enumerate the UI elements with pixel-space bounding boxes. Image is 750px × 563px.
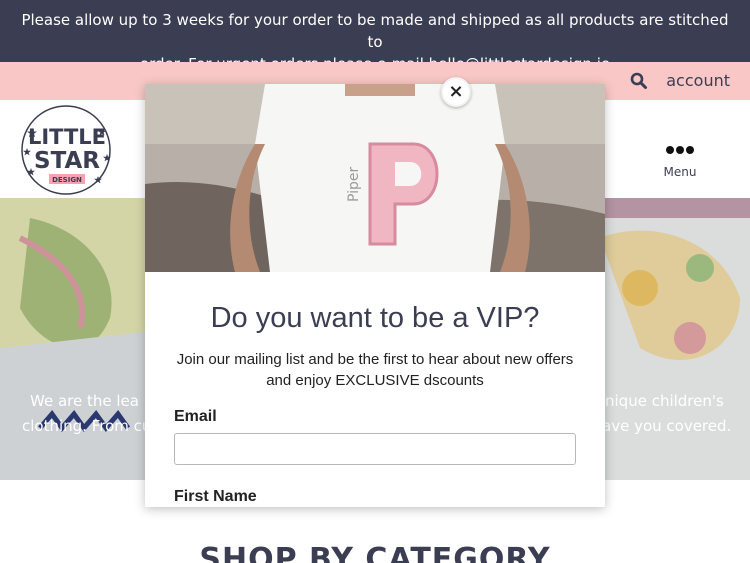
account-link[interactable]: account [666,71,730,90]
svg-text:Piper: Piper [346,166,362,202]
svg-text:STAR: STAR [34,148,100,174]
section-heading: SHOP BY CATEGORY [199,542,551,563]
vip-signup-modal: Piper Do you want to be a VIP? Join our … [145,84,605,507]
hero-text-line-2-left: clothing. From cu [22,417,152,435]
modal-subtitle-line-2: and enjoy EXCLUSIVE dscounts [266,372,484,389]
email-field[interactable] [174,433,576,465]
little-star-design-logo[interactable]: LITTLE STAR DESIGN [18,104,114,196]
svg-text:LITTLE: LITTLE [28,125,106,149]
modal-title: Do you want to be a VIP? [210,302,540,334]
notice-line-1: Please allow up to 3 weeks for your orde… [21,11,729,51]
hero-text-line-1-left: We are the lea [30,392,139,410]
page: Please allow up to 3 weeks for your orde… [0,0,750,563]
shipping-notice-bar: Please allow up to 3 weeks for your orde… [0,0,750,73]
menu-label: Menu [663,165,697,179]
menu-button[interactable]: Menu [660,141,700,179]
first-name-label: First Name [174,488,257,505]
modal-subtitle-line-1: Join our mailing list and be the first t… [176,351,574,368]
more-dots-icon [666,146,694,154]
modal-hero-image: Piper [145,84,605,272]
close-modal-button[interactable]: × [441,77,471,107]
email-label: Email [174,408,217,425]
hero-text-line-1-right: nique children's [605,392,724,410]
svg-text:DESIGN: DESIGN [52,176,82,184]
close-icon: × [448,81,464,102]
modal-subtitle: Join our mailing list and be the first t… [175,349,575,391]
hero-text-line-2-right: ave you covered. [602,417,732,435]
search-icon[interactable] [630,72,648,90]
